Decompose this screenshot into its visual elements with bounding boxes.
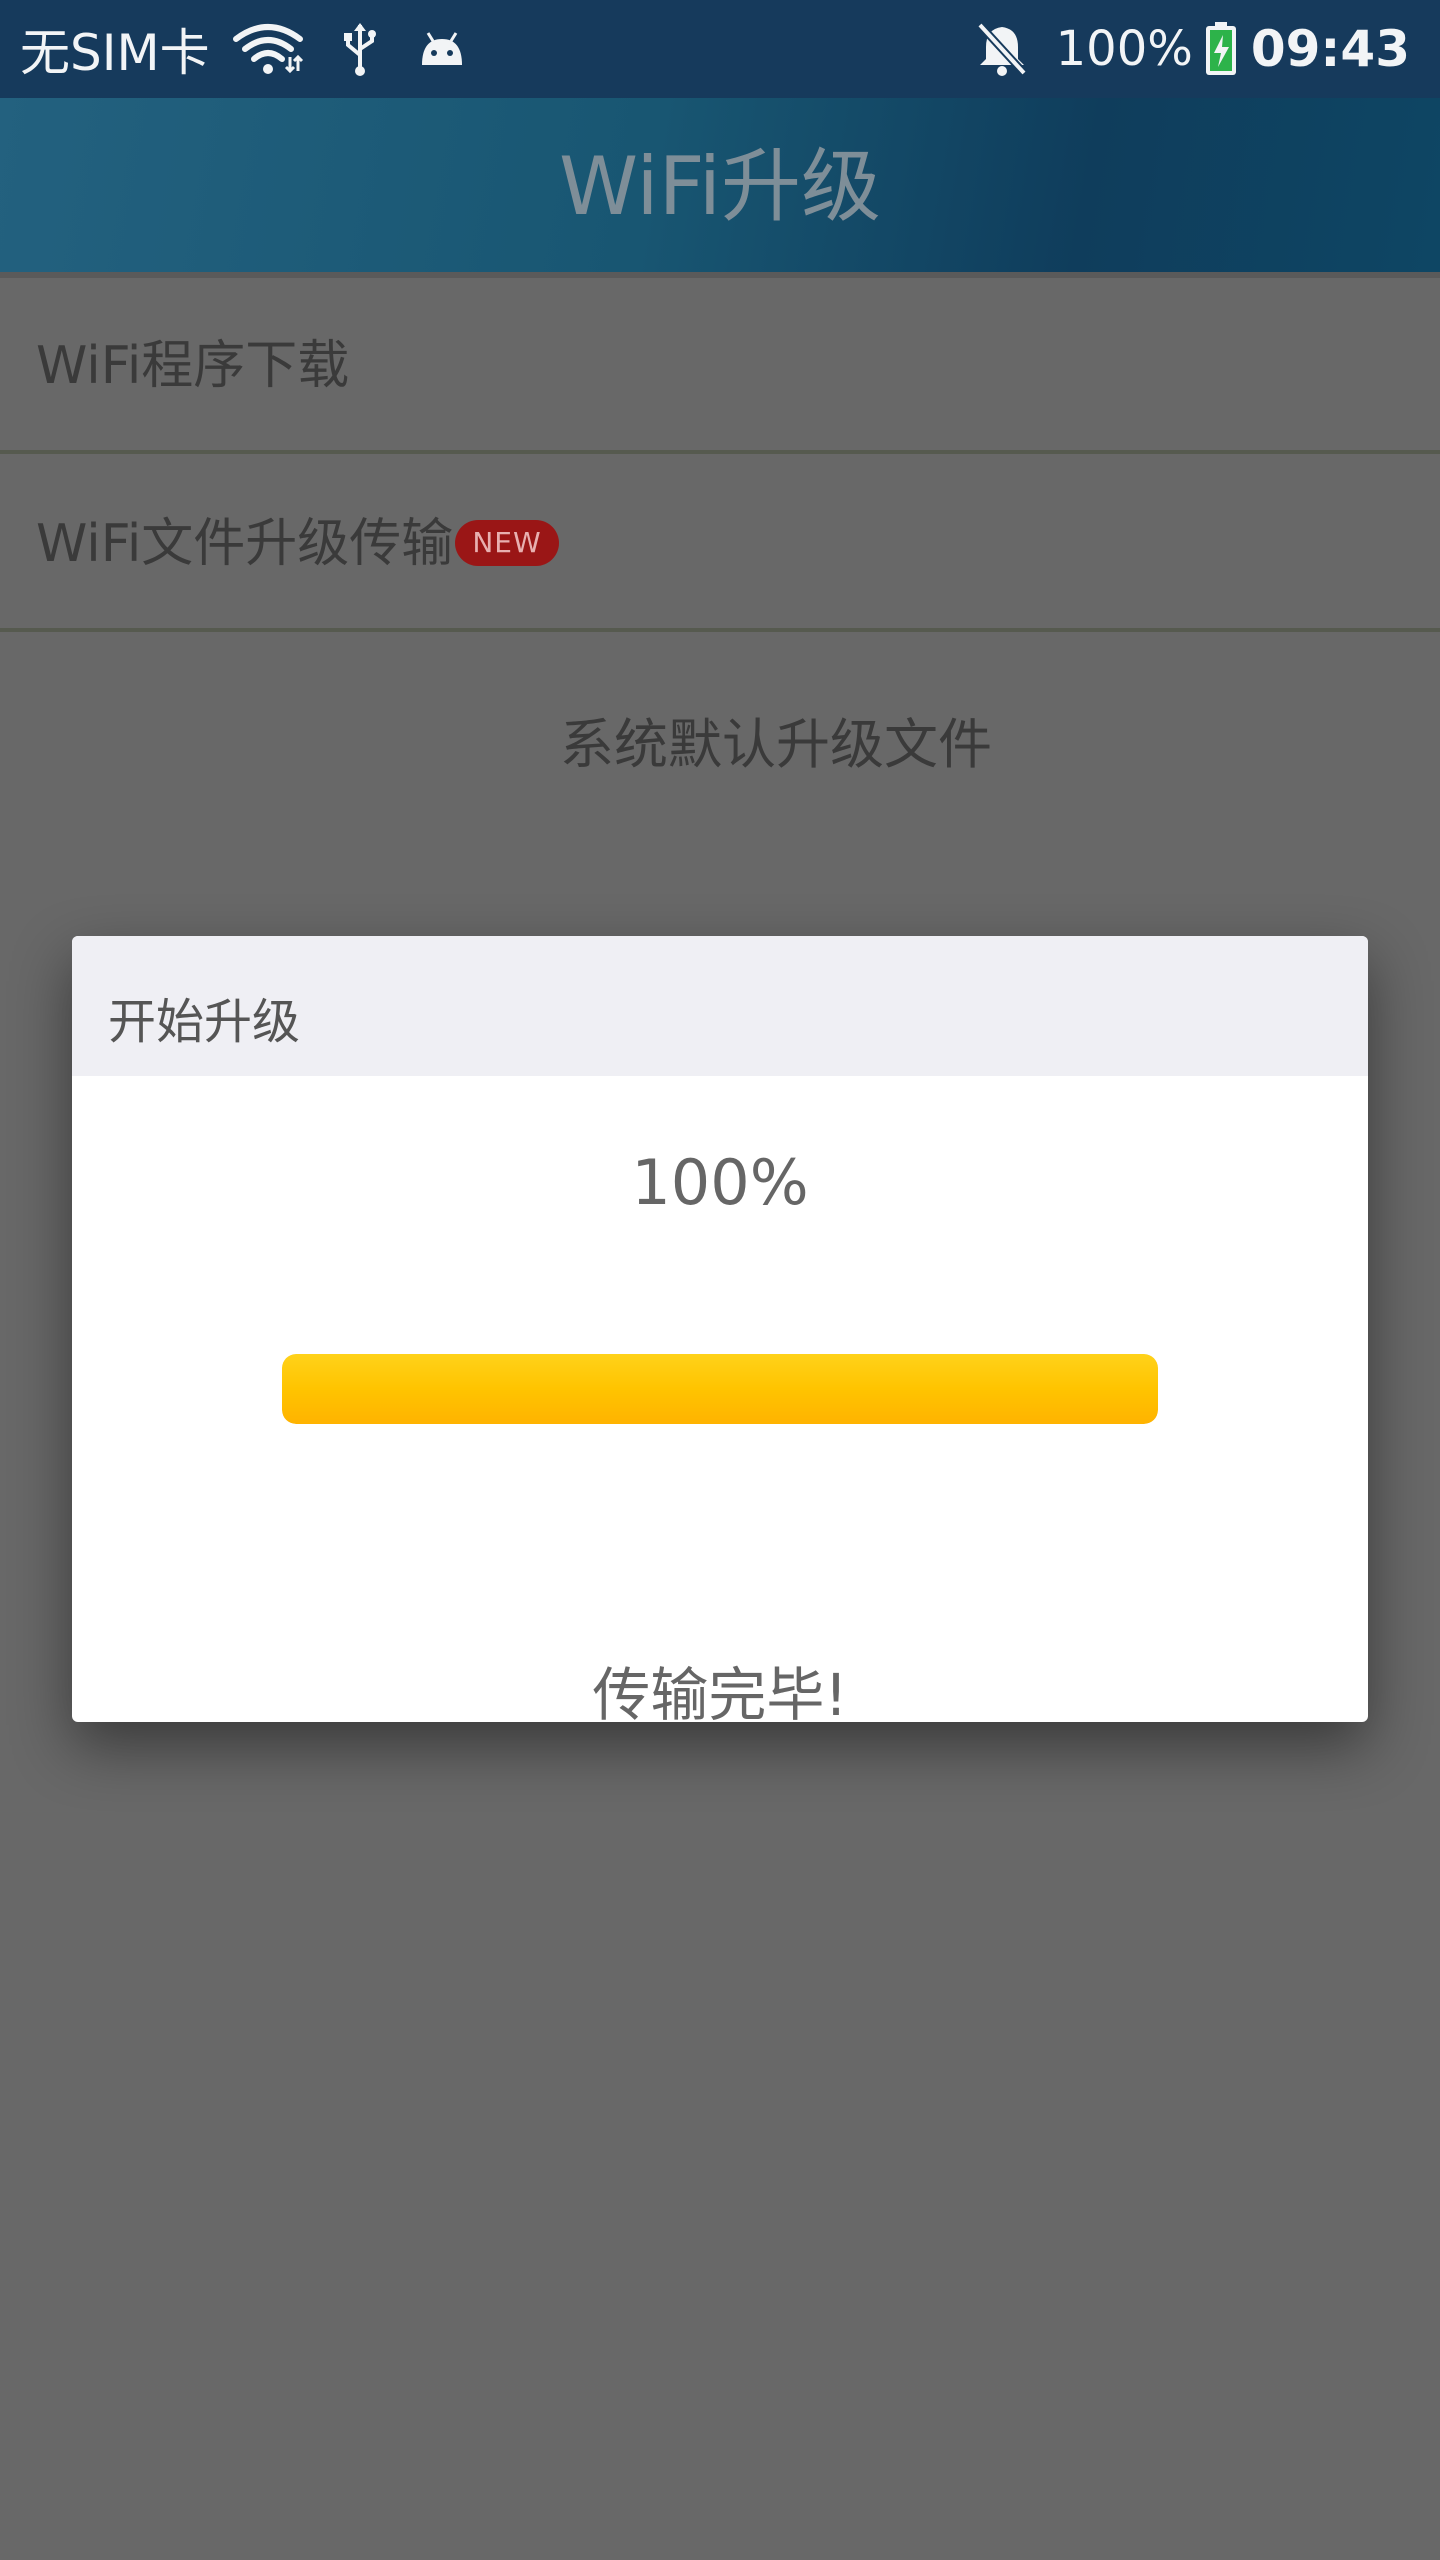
status-bar: 无SIM卡 100% 09:43 [0, 0, 1440, 98]
usb-icon [340, 21, 380, 77]
carrier-label: 无SIM卡 [20, 24, 210, 82]
notifications-off-icon [976, 21, 1028, 77]
list-item-label: WiFi文件升级传输 [36, 514, 454, 574]
dialog-header: 开始升级 [72, 936, 1368, 1076]
list-item-wifi-file-upgrade-transfer[interactable]: WiFi文件升级传输 NEW [0, 456, 1440, 632]
new-badge: NEW [455, 520, 559, 566]
progress-bar-fill [282, 1354, 1158, 1424]
clock: 09:43 [1250, 20, 1410, 78]
list-item-label: WiFi程序下载 [36, 336, 350, 396]
battery-percent: 100% [1055, 21, 1193, 77]
wifi-icon [232, 21, 304, 77]
transfer-status: 传输完毕! [592, 1661, 848, 1722]
android-debug-icon [418, 29, 466, 69]
dialog-title: 开始升级 [108, 994, 301, 1050]
battery-charging-icon [1203, 21, 1239, 77]
default-upgrade-file-label[interactable]: 系统默认升级文件 [560, 700, 992, 779]
progress-percent: 100% [631, 1146, 809, 1219]
list-item-wifi-program-download[interactable]: WiFi程序下载 [0, 278, 1440, 454]
upgrade-progress-dialog: 开始升级 100% 传输完毕! [72, 936, 1368, 1722]
app-bar: WiFi升级 [0, 98, 1440, 276]
page-title: WiFi升级 [559, 140, 881, 233]
progress-bar [282, 1354, 1158, 1424]
